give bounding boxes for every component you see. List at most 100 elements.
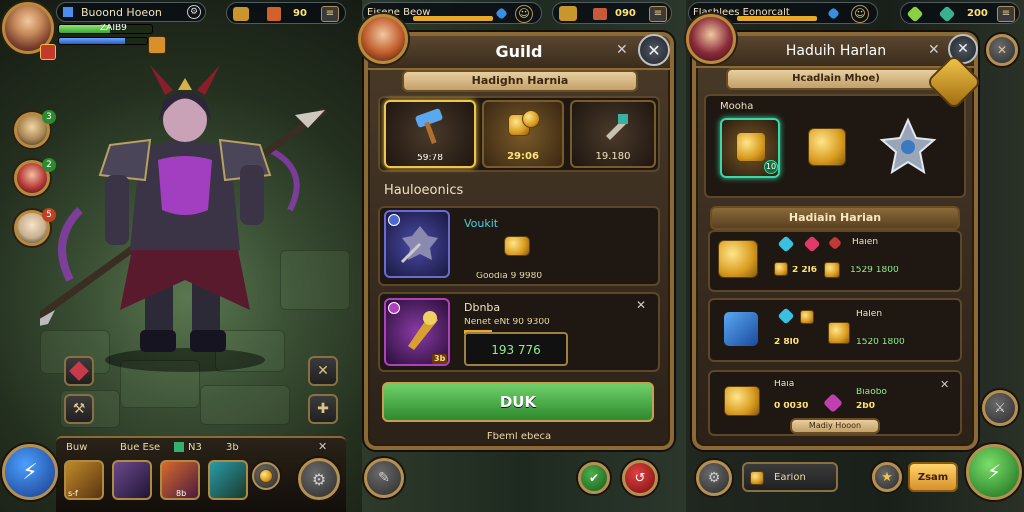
event-row[interactable]: Haien 2 2l6 1529 1800 bbox=[708, 230, 962, 292]
emerald-icon bbox=[174, 442, 184, 452]
quest-giver-avatar[interactable] bbox=[686, 14, 736, 64]
add-button[interactable]: ✚ bbox=[308, 394, 338, 424]
earion-button[interactable]: Earion bbox=[742, 462, 838, 492]
party-badge: 2 bbox=[42, 158, 56, 172]
ruby-icon bbox=[803, 235, 821, 253]
section-title: Hadiain Harian bbox=[710, 206, 960, 230]
floor-stone bbox=[200, 385, 290, 425]
claim-button[interactable]: Zsam bbox=[908, 462, 958, 492]
potion-button[interactable] bbox=[64, 356, 94, 386]
axe-icon bbox=[606, 114, 628, 140]
right-resource-pill: 200 ≡ bbox=[900, 2, 1020, 24]
battle-button[interactable]: ⚡ bbox=[966, 444, 1022, 500]
event-score: 1529 1800 bbox=[850, 266, 899, 275]
guild-leader-avatar[interactable] bbox=[358, 14, 408, 64]
gold-bar-icon bbox=[800, 310, 814, 324]
item-level: 3b bbox=[432, 354, 448, 364]
reward-slot-gold[interactable]: 29:06 bbox=[482, 100, 564, 168]
close-side-button[interactable]: ✕ bbox=[986, 34, 1018, 66]
profile-icon[interactable]: ☺ bbox=[851, 5, 869, 23]
menu-icon[interactable]: ≡ bbox=[321, 6, 339, 22]
profile-icon[interactable]: ☺ bbox=[515, 5, 533, 23]
lightning-icon: ⚡ bbox=[22, 459, 38, 485]
chest-icon bbox=[559, 6, 577, 21]
coin-slot[interactable] bbox=[252, 462, 280, 490]
event-row[interactable]: Haia 0 0030 Biaobo 2b0 ✕ Madiy Hooon bbox=[708, 370, 962, 436]
close-icon[interactable]: ✕ bbox=[940, 378, 956, 394]
skill-slot-axe[interactable] bbox=[112, 460, 152, 500]
gold-pile-icon bbox=[504, 236, 530, 256]
events-header: Haduih Harlan ✕ bbox=[696, 36, 974, 68]
hammer-button[interactable]: ✕ bbox=[308, 356, 338, 386]
price-box: 193 776 bbox=[464, 332, 568, 366]
tool-button[interactable]: ⚒ bbox=[64, 394, 94, 424]
reward-badge: 10 bbox=[764, 160, 778, 174]
xp-bar bbox=[58, 37, 148, 45]
event-name: Haien bbox=[852, 238, 879, 247]
reward-slot-hammer[interactable]: 59:78 bbox=[384, 100, 476, 168]
event-name: Halen bbox=[856, 310, 883, 319]
reward-slot-gold[interactable] bbox=[802, 122, 854, 174]
emerald-icon bbox=[938, 5, 956, 23]
main-action-button[interactable]: DUK bbox=[382, 382, 654, 422]
skill-slot-label: 8b bbox=[176, 490, 187, 498]
close-icon[interactable]: ✕ bbox=[928, 42, 946, 60]
events-panel: Haduih Harlan ✕ Hcadlain Mhoe) Mooha 10 … bbox=[692, 32, 978, 450]
guild-panel: Guild ✕ Hadighn Harnia 59:78 29:06 19.18… bbox=[364, 32, 674, 450]
gold-pile-icon bbox=[724, 386, 760, 416]
reward-slot-chest[interactable]: 10 bbox=[720, 118, 780, 178]
shop-item[interactable]: Voukit Goodia 9 9980 bbox=[378, 206, 660, 286]
middle-resource-pill: 090 ≡ bbox=[552, 2, 672, 24]
event-score: 2b0 bbox=[856, 402, 875, 411]
skill-bar: Buw Bue Ese N3 3b ✕ s-f 8b ⚙ bbox=[56, 436, 346, 512]
gold-chest-icon bbox=[808, 128, 846, 166]
gold-chest-icon bbox=[736, 132, 766, 162]
feather-button[interactable]: ✎ bbox=[364, 458, 404, 498]
reward-value: 19.180 bbox=[595, 152, 631, 162]
shop-item[interactable]: 3b Dbnba ✕ Nenet eNt 90 9300 193 776 bbox=[378, 292, 660, 372]
menu-icon[interactable]: ≡ bbox=[649, 6, 667, 22]
star-icon: ★ bbox=[881, 469, 893, 485]
settings-icon[interactable]: ⚙ bbox=[187, 5, 201, 19]
sword-button[interactable]: ⚔ bbox=[982, 390, 1018, 426]
settings-button[interactable]: ⚙ bbox=[696, 460, 732, 496]
attack-skill-button[interactable]: ⚡ bbox=[2, 444, 58, 500]
coin-icon bbox=[522, 110, 540, 128]
event-row[interactable]: Halen 2 8l0 1520 1800 bbox=[708, 298, 962, 362]
close-icon[interactable]: ✕ bbox=[636, 298, 652, 314]
inventory-button[interactable]: ⚙ bbox=[298, 458, 340, 500]
confirm-round-button[interactable]: ✔ bbox=[578, 462, 610, 494]
pick-icon: ⚒ bbox=[72, 401, 86, 417]
panel-title: Haduih Harlan bbox=[785, 44, 887, 58]
event-tag: Madiy Hooon bbox=[790, 418, 880, 434]
skill-slot-chest[interactable]: s-f bbox=[64, 460, 104, 500]
skill-slot-gem[interactable] bbox=[208, 460, 248, 500]
close-icon[interactable]: ✕ bbox=[616, 42, 634, 60]
sapphire-icon bbox=[777, 307, 795, 325]
reward-slot-star[interactable] bbox=[878, 116, 938, 176]
close-button[interactable]: ✕ bbox=[638, 34, 670, 66]
gold-bar-icon bbox=[824, 262, 840, 278]
gear-icon: ⚙ bbox=[311, 469, 327, 489]
cancel-round-button[interactable]: ↺ bbox=[622, 460, 658, 496]
item-price: 193 776 bbox=[491, 344, 541, 356]
skill-slot-hammer[interactable]: 8b bbox=[160, 460, 200, 500]
sword-icon[interactable] bbox=[148, 36, 166, 54]
party-badge: 3 bbox=[42, 110, 56, 124]
xp-bar-fill bbox=[413, 16, 493, 21]
sapphire-icon bbox=[827, 7, 840, 20]
reward-slot-axe[interactable]: 19.180 bbox=[570, 100, 656, 168]
xp-bar-fill bbox=[737, 16, 817, 21]
panel-footer: Fbeml ebeca bbox=[486, 432, 552, 442]
section-title: Hauloeonics bbox=[384, 184, 464, 197]
panel-subtitle: Hcadlain Mhoe) bbox=[726, 68, 946, 90]
item-name: Voukit bbox=[464, 218, 499, 229]
skillbar-label-d: 3b bbox=[226, 443, 239, 453]
item-cost: Goodia 9 9980 bbox=[476, 272, 543, 281]
event-name-2: Biaobo bbox=[856, 388, 887, 397]
star-button[interactable]: ★ bbox=[872, 462, 902, 492]
close-icon[interactable]: ✕ bbox=[318, 440, 332, 454]
reward-row: Mooha 10 bbox=[704, 94, 966, 198]
menu-icon[interactable]: ≡ bbox=[997, 6, 1015, 22]
lightning-icon: ⚡ bbox=[986, 460, 1002, 484]
